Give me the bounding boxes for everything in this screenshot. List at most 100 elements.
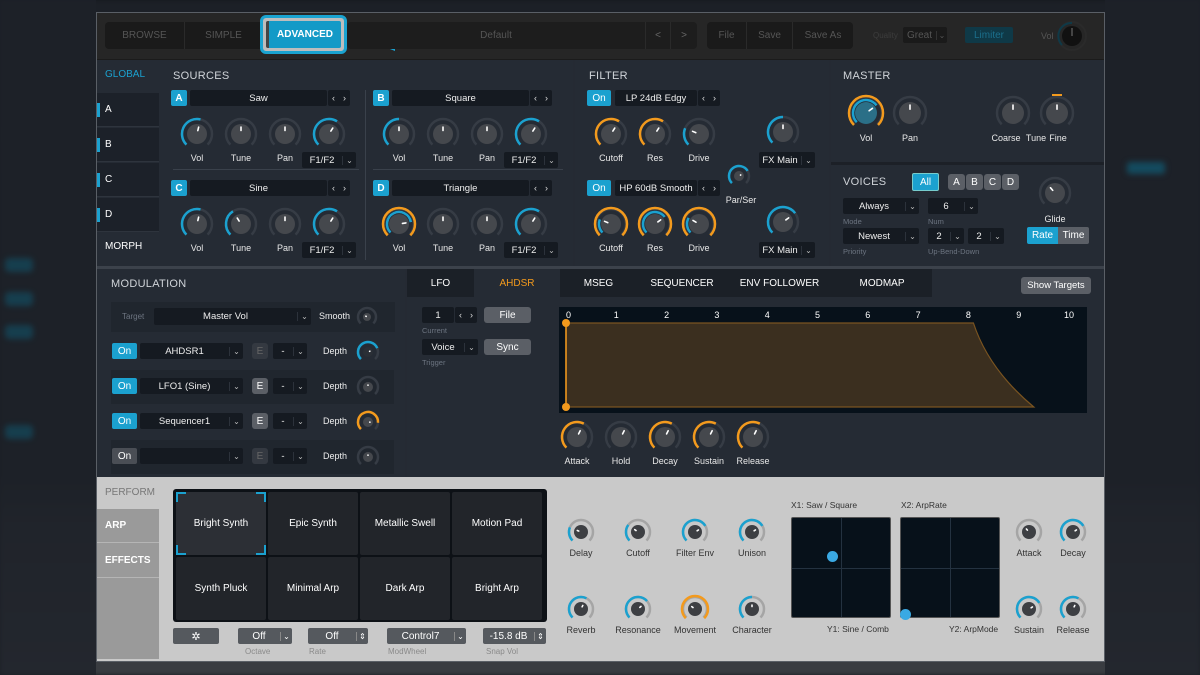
mod-source-select[interactable]: AHDSR1 ⌄ (140, 343, 243, 359)
filter-2-on-button[interactable]: On (587, 180, 611, 196)
filter-2-type-select[interactable]: HP 60dB Smooth (615, 180, 697, 196)
snapshot-pad[interactable]: Synth Pluck (176, 557, 266, 620)
mod-tab-env-follower[interactable]: ENV FOLLOWER (727, 269, 832, 297)
mod-via-select[interactable]: - ⌄ (273, 343, 307, 359)
snapshot-pad[interactable]: Bright Synth (176, 492, 266, 555)
next-icon[interactable]: › (545, 93, 548, 103)
filter-route-select[interactable]: F1/F2 ⌄ (302, 152, 356, 168)
bend-up-select[interactable]: 2 ⌄ (928, 228, 964, 244)
mod-tab-sequencer[interactable]: SEQUENCER (637, 269, 727, 297)
depth-knob[interactable] (355, 374, 381, 400)
sidebar-global[interactable]: GLOBAL (105, 69, 145, 80)
next-icon[interactable]: › (713, 183, 716, 193)
file-button[interactable]: File (707, 22, 747, 49)
rate-stepper[interactable]: Off ⇕ (308, 628, 368, 644)
filter-route-knob[interactable] (513, 116, 549, 152)
prev-icon[interactable]: ‹ (702, 183, 705, 193)
voice-num-select[interactable]: 6 ⌄ (928, 198, 978, 214)
macro-delay-knob[interactable] (566, 517, 596, 547)
voices-d-button[interactable]: D (1002, 174, 1019, 190)
envelope-point[interactable] (562, 403, 570, 411)
effects-tab[interactable]: EFFECTS (97, 544, 159, 578)
env-file-button[interactable]: File (484, 307, 531, 323)
mod-env-button[interactable]: E (252, 448, 268, 464)
filter-2-res-knob[interactable] (637, 206, 673, 242)
mode-simple[interactable]: SIMPLE (185, 22, 263, 49)
tune-knob[interactable] (425, 116, 461, 152)
waveform-select[interactable]: Saw (190, 90, 327, 106)
source-d-enable-button[interactable]: D (373, 180, 389, 196)
perform-attack-knob[interactable] (1014, 517, 1044, 547)
prev-preset-button[interactable]: < (645, 22, 671, 49)
depth-knob[interactable] (355, 339, 381, 365)
envelope-display[interactable]: 0 1 2 3 4 5 6 7 8 9 10 (559, 307, 1087, 413)
filter-2-output-select[interactable]: FX Main ⌄ (759, 242, 815, 258)
fine-tune-knob[interactable] (1038, 94, 1076, 132)
depth-knob[interactable] (355, 444, 381, 470)
filter-2-cutoff-knob[interactable] (593, 206, 629, 242)
macro-reverb-knob[interactable] (566, 594, 596, 624)
mod-via-select[interactable]: - ⌄ (273, 413, 307, 429)
env-decay-knob[interactable] (647, 419, 683, 455)
prev-icon[interactable]: ‹ (332, 93, 335, 103)
filter-route-knob[interactable] (311, 116, 347, 152)
macro-movement-knob[interactable] (680, 594, 710, 624)
smooth-knob[interactable] (355, 305, 379, 329)
voices-c-button[interactable]: C (984, 174, 1001, 190)
prev-icon[interactable]: ‹ (534, 93, 537, 103)
snapshot-pad[interactable]: Minimal Arp (268, 557, 358, 620)
mod-env-button[interactable]: E (252, 413, 268, 429)
sync-button[interactable]: Sync (484, 339, 531, 355)
tune-knob[interactable] (223, 206, 259, 242)
filter-1-output-select[interactable]: FX Main ⌄ (759, 152, 815, 168)
voice-priority-select[interactable]: Newest ⌄ (843, 228, 919, 244)
next-preset-button[interactable]: > (671, 22, 697, 49)
pan-knob[interactable] (267, 116, 303, 152)
mod-via-select[interactable]: - ⌄ (273, 378, 307, 394)
vol-knob[interactable] (381, 116, 417, 152)
mod-via-select[interactable]: - ⌄ (273, 448, 307, 464)
mod-on-button[interactable]: On (112, 448, 137, 464)
sidebar-morph[interactable]: MORPH (105, 241, 142, 252)
filter-route-select[interactable]: F1/F2 ⌄ (504, 152, 558, 168)
mod-source-select[interactable]: Sequencer1 ⌄ (140, 413, 243, 429)
glide-rate-button[interactable]: Rate (1027, 227, 1058, 244)
current-arrows[interactable]: ‹ › (455, 307, 477, 323)
mod-tab-lfo[interactable]: LFO (407, 269, 474, 297)
vol-knob[interactable] (381, 206, 417, 242)
envelope-curve[interactable] (565, 322, 1036, 408)
envelope-point[interactable] (562, 319, 570, 327)
master-pan-knob[interactable] (891, 94, 929, 132)
pan-knob[interactable] (469, 116, 505, 152)
vol-knob[interactable] (179, 206, 215, 242)
filter-route-select[interactable]: F1/F2 ⌄ (504, 242, 558, 258)
mode-advanced[interactable]: ADVANCED (260, 15, 347, 54)
par-ser-knob[interactable] (726, 163, 752, 189)
next-icon[interactable]: › (343, 93, 346, 103)
coarse-tune-knob[interactable] (994, 94, 1032, 132)
filter-1-drive-knob[interactable] (681, 116, 717, 152)
waveform-select[interactable]: Square (392, 90, 529, 106)
macro-unison-knob[interactable] (737, 517, 767, 547)
top-volume-knob[interactable] (1057, 21, 1087, 51)
voices-b-button[interactable]: B (966, 174, 983, 190)
filter-2-output-knob[interactable] (765, 204, 801, 240)
prev-icon[interactable]: ‹ (702, 93, 705, 103)
limiter-button[interactable]: Limiter (965, 27, 1013, 43)
xy-pad-1[interactable] (791, 517, 891, 618)
mod-on-button[interactable]: On (112, 413, 137, 429)
octave-select[interactable]: Off ⌄ (238, 628, 292, 644)
filter-route-knob[interactable] (311, 206, 347, 242)
mod-source-select[interactable]: LFO1 (Sine) ⌄ (140, 378, 243, 394)
filter-1-res-knob[interactable] (637, 116, 673, 152)
master-vol-knob[interactable] (847, 94, 885, 132)
snapshot-pad[interactable]: Motion Pad (452, 492, 542, 555)
env-hold-knob[interactable] (603, 419, 639, 455)
settings-button[interactable]: ✲ (173, 628, 219, 644)
show-targets-button[interactable]: Show Targets (1021, 277, 1091, 294)
filter-1-cutoff-knob[interactable] (593, 116, 629, 152)
glide-knob[interactable] (1037, 175, 1073, 211)
vol-knob[interactable] (179, 116, 215, 152)
voices-all-button[interactable]: All (912, 173, 939, 191)
env-sustain-knob[interactable] (691, 419, 727, 455)
